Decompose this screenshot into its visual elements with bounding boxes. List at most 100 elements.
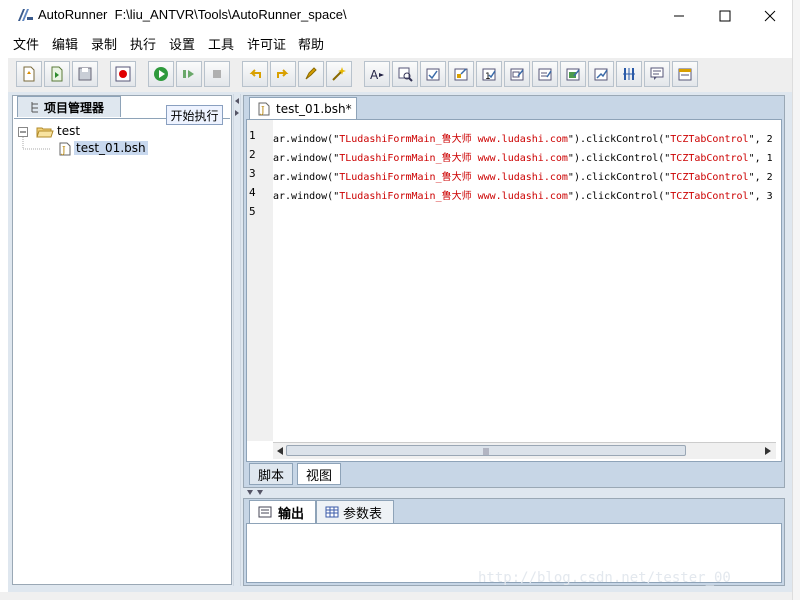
checkpoint-2-button[interactable] (448, 61, 474, 87)
property-tool-button[interactable] (672, 61, 698, 87)
play-icon (154, 67, 168, 81)
tree-item-test-01[interactable]: test_01.bsh (74, 141, 148, 155)
collapse-icon[interactable] (18, 127, 28, 137)
text-tool-button[interactable]: A (364, 61, 390, 87)
checkpoint-1-button[interactable] (420, 61, 446, 87)
file-tab-test-01[interactable]: J test_01.bsh* (249, 97, 357, 119)
property-icon (678, 68, 692, 81)
menu-run[interactable]: 执行 (130, 34, 156, 53)
menu-help[interactable]: 帮助 (298, 34, 324, 53)
code-string: TCZTabControl (670, 191, 749, 202)
code-line[interactable]: ar.window("TLudashiFormMain_鲁大师 www.luda… (273, 168, 776, 183)
record-button[interactable] (110, 61, 136, 87)
panel-splitter[interactable] (233, 94, 241, 586)
redo-button[interactable] (270, 61, 296, 87)
new-file-button[interactable] (16, 61, 42, 87)
script-tool-2-button[interactable] (326, 61, 352, 87)
checkpoint-icon (538, 68, 552, 81)
save-button[interactable] (72, 61, 98, 87)
checkpoint-5-button[interactable] (532, 61, 558, 87)
code-text: ").clickControl(" (567, 172, 671, 183)
svg-text:A: A (370, 68, 379, 82)
tab-script[interactable]: 脚本 (249, 463, 293, 485)
menu-bar: 文件 编辑 录制 执行 设置 工具 许可证 帮助 (0, 31, 792, 55)
app-name: AutoRunner (38, 7, 108, 22)
minimize-button[interactable] (656, 0, 702, 31)
background-window-edge (792, 0, 800, 600)
grip-icon (483, 448, 489, 455)
tab-parameter-table[interactable]: 参数表 (316, 500, 394, 523)
script-tool-1-button[interactable] (298, 61, 324, 87)
menu-edit[interactable]: 编辑 (52, 34, 78, 53)
code-line[interactable]: ar.window("TLudashiFormMain_鲁大师 www.luda… (273, 130, 776, 145)
close-icon (764, 10, 776, 21)
maximize-button[interactable] (702, 0, 748, 31)
menu-settings[interactable]: 设置 (169, 34, 195, 53)
checkpoint-3-button[interactable]: 1 (476, 61, 502, 87)
checkpoint-icon (510, 68, 524, 81)
save-icon (78, 67, 92, 81)
window-title: AutoRunner F:\liu_ANTVR\Tools\AutoRunner… (38, 7, 347, 22)
code-line[interactable]: ar.window("TLudashiFormMain_鲁大师 www.luda… (273, 187, 776, 202)
menu-license[interactable]: 许可证 (247, 34, 286, 53)
step-run-button[interactable] (176, 61, 202, 87)
bsh-file-icon: J (59, 142, 71, 156)
tab-view[interactable]: 视图 (297, 463, 341, 485)
step-run-icon (183, 70, 194, 78)
close-button[interactable] (747, 0, 793, 31)
window-bottom-edge (0, 592, 792, 600)
checkpoint-7-button[interactable] (588, 61, 614, 87)
file-tab-label: test_01.bsh* (276, 101, 352, 116)
output-icon (258, 506, 272, 518)
tab-output[interactable]: 输出 (249, 500, 316, 523)
line-number: 2 (249, 148, 256, 161)
project-tree: test J test_01.bsh (14, 118, 230, 583)
code-line[interactable]: ar.window("TLudashiFormMain_鲁大师 www.luda… (273, 149, 776, 164)
checkpoint-icon (566, 68, 580, 81)
line-number-gutter: 1 2 3 4 5 (247, 120, 273, 441)
line-number: 3 (249, 167, 256, 180)
code-string: TLudashiFormMain_鲁大师 www.ludashi.com (339, 153, 568, 164)
import-button[interactable] (44, 61, 70, 87)
tab-output-label: 输出 (278, 506, 305, 522)
code-string: TCZTabControl (670, 172, 749, 183)
undo-icon (249, 69, 261, 78)
project-manager-tab[interactable]: 项目管理器 (17, 96, 121, 117)
svg-text:J: J (260, 106, 265, 116)
scroll-right-icon[interactable] (764, 446, 772, 456)
workspace-path: F:\liu_ANTVR\Tools\AutoRunner_space\ (114, 7, 347, 22)
menu-file[interactable]: 文件 (13, 34, 39, 53)
line-number: 1 (249, 129, 256, 142)
undo-button[interactable] (242, 61, 268, 87)
checkpoint-icon (594, 68, 608, 81)
code-text: ", 1 (748, 153, 773, 164)
record-icon (115, 66, 131, 82)
stop-button[interactable] (204, 61, 230, 87)
minimize-icon (674, 15, 684, 16)
stop-icon (213, 70, 221, 78)
menu-record[interactable]: 录制 (91, 34, 117, 53)
checkpoint-4-button[interactable] (504, 61, 530, 87)
code-text: ").clickControl(" (567, 191, 671, 202)
svg-text:J: J (61, 146, 66, 156)
table-icon (325, 506, 339, 518)
scroll-left-icon[interactable] (276, 446, 284, 456)
project-tree-icon (31, 102, 38, 113)
start-run-tooltip: 开始执行 (166, 105, 223, 125)
comment-tool-button[interactable] (644, 61, 670, 87)
run-button[interactable] (148, 61, 174, 87)
tree-root-label[interactable]: test (57, 124, 80, 138)
code-text: ").clickControl(" (567, 153, 671, 164)
checkpoint-6-button[interactable] (560, 61, 586, 87)
checkpoint-icon (426, 68, 440, 81)
find-tool-button[interactable] (392, 61, 418, 87)
checkpoint-icon: 1 (482, 68, 496, 82)
code-text: ar.window(" (273, 134, 340, 145)
split-icon (623, 68, 635, 80)
menu-tools[interactable]: 工具 (208, 34, 234, 53)
code-text: ").clickControl(" (567, 134, 671, 145)
collapse-arrows-icon[interactable] (245, 489, 269, 497)
tree-connector (22, 137, 50, 150)
split-tool-button[interactable] (616, 61, 642, 87)
scrollbar-thumb[interactable] (286, 445, 686, 456)
